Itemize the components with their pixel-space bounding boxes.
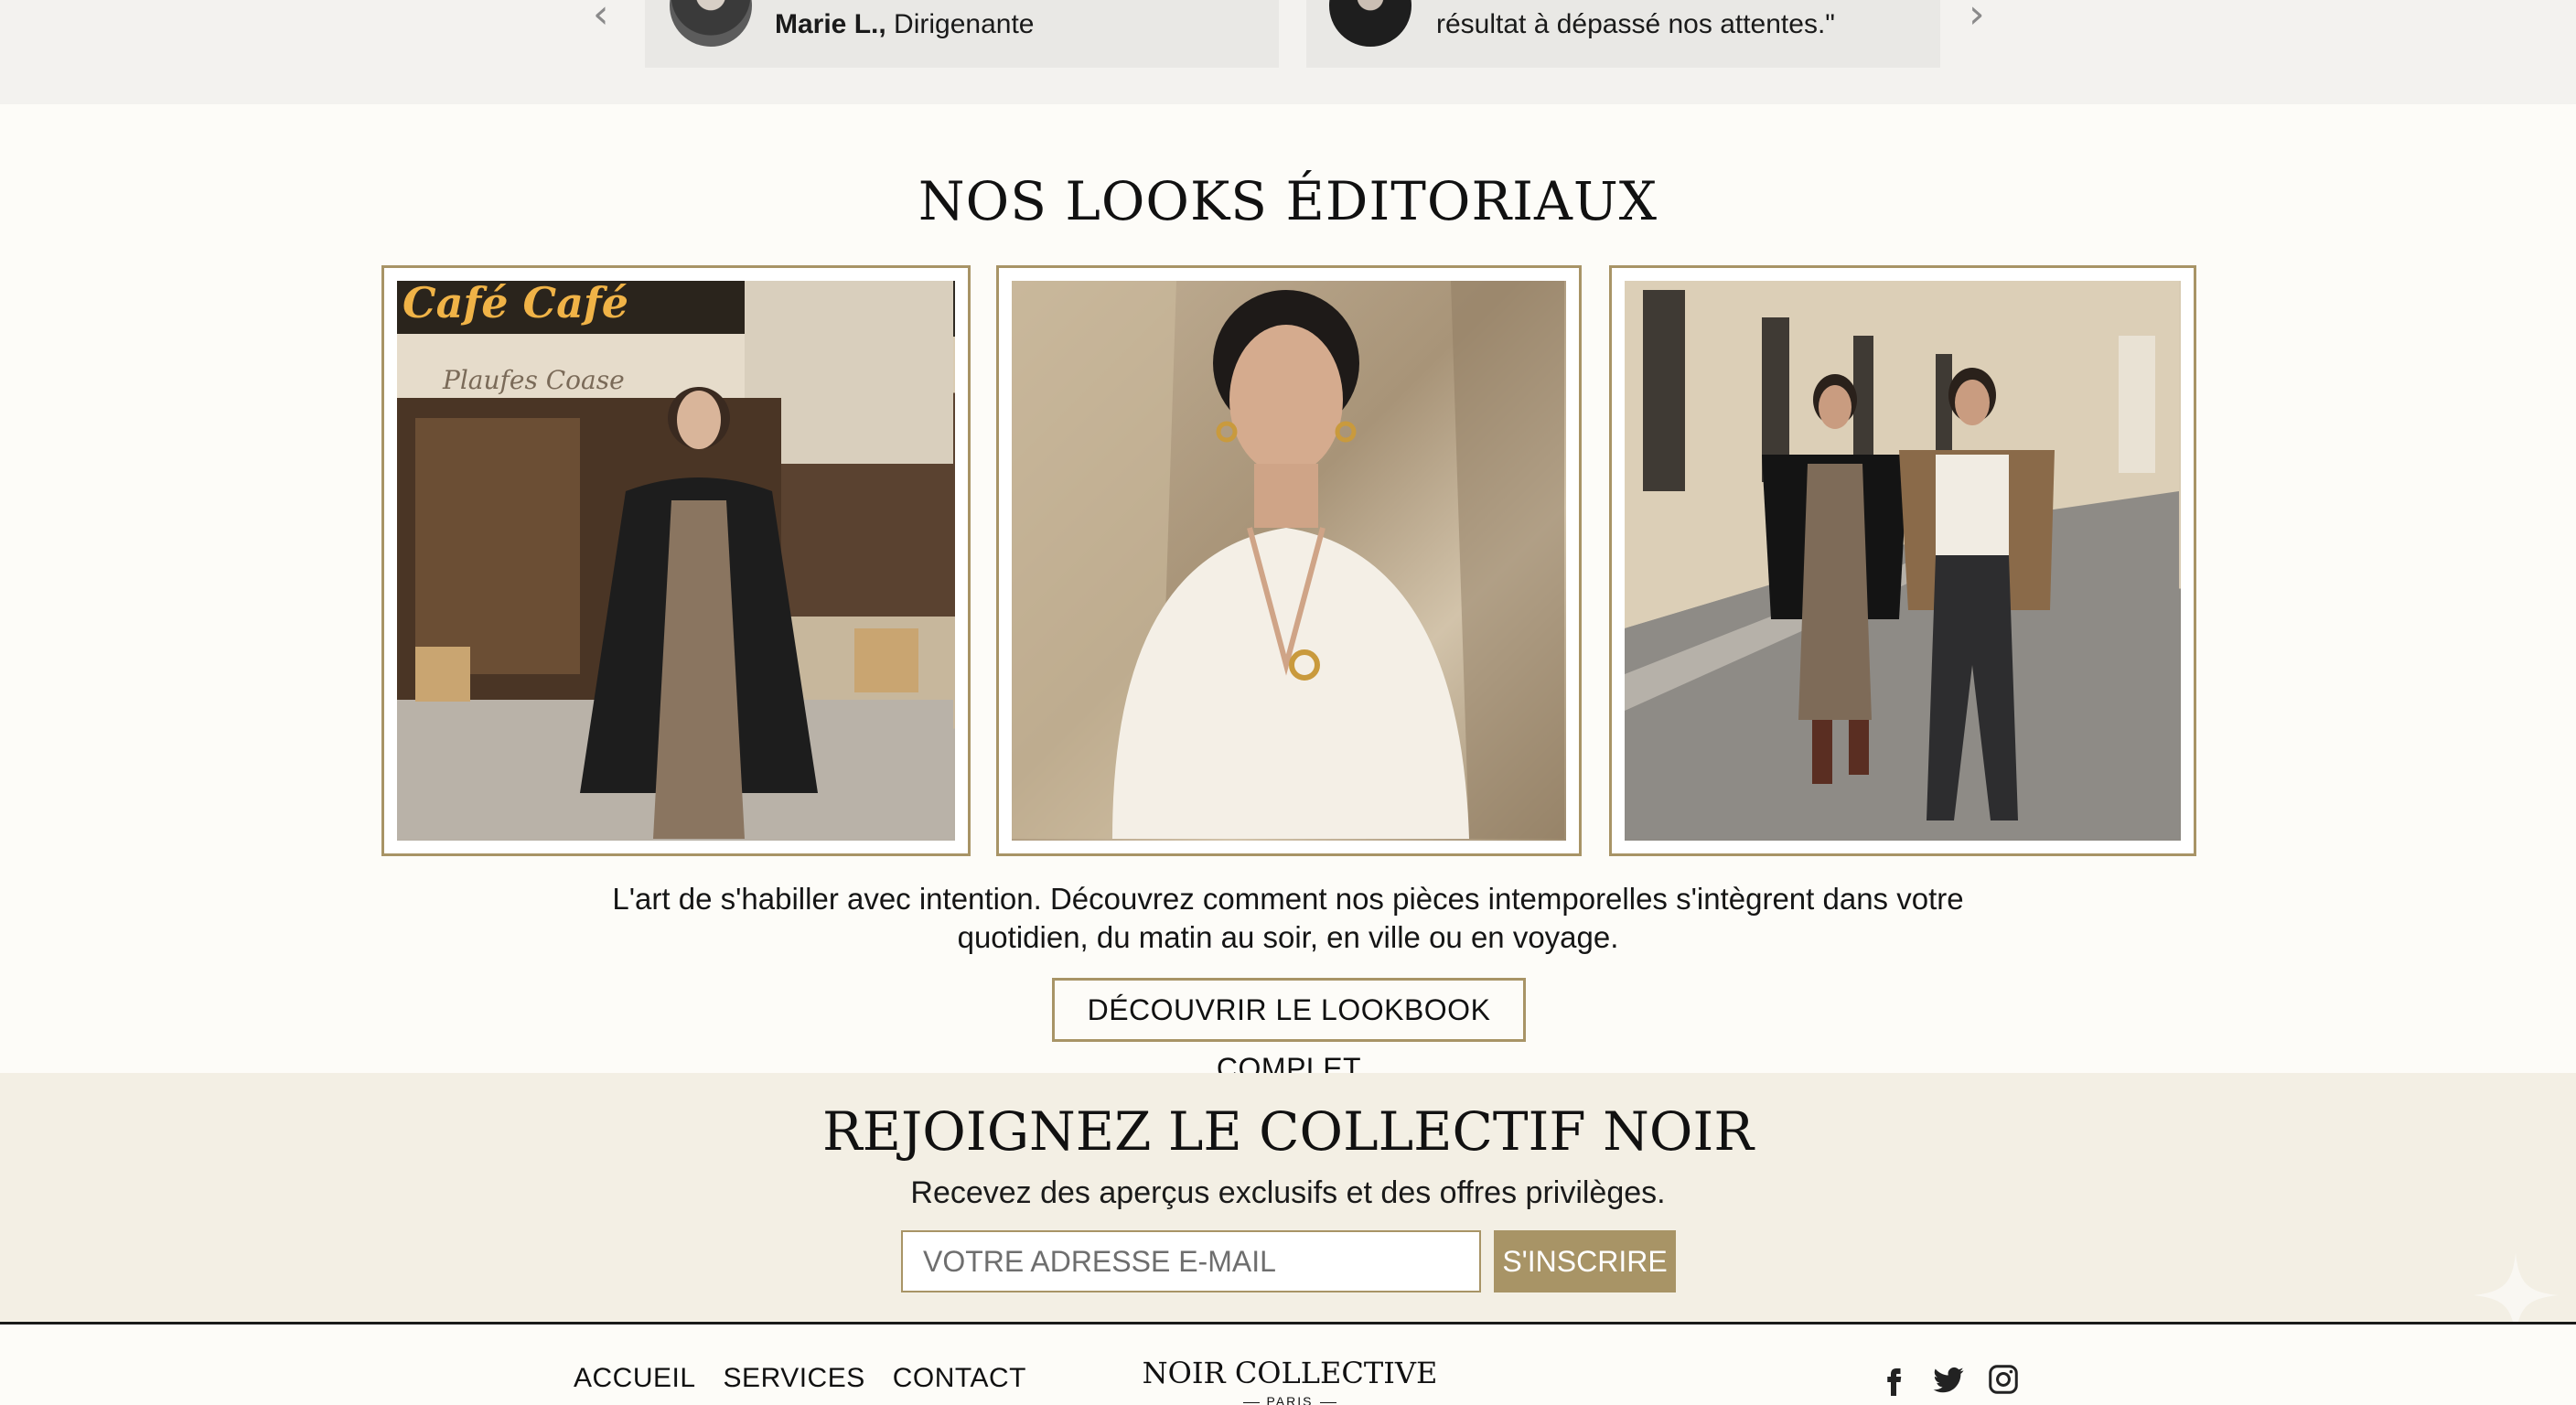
testimonial-card: résultat à dépassé nos attentes." xyxy=(1306,0,1940,68)
footer-link-contact[interactable]: CONTACT xyxy=(893,1363,1026,1394)
testimonial-author-name: Marie L., xyxy=(775,9,886,39)
editorial-image-frame[interactable] xyxy=(996,265,1582,856)
testimonial-author: Marie L., Dirigenante xyxy=(775,9,1034,40)
footer-link-accueil[interactable]: ACCUEIL xyxy=(574,1363,696,1394)
testimonial-author-role: Dirigenante xyxy=(894,9,1035,39)
portrait-illustration xyxy=(1012,281,1564,839)
street-scene-illustration xyxy=(1625,281,2179,839)
editorial-image-frame[interactable]: Café Café Plaufes Coase xyxy=(381,265,971,856)
section-title: NOS LOOKS ÉDITORIAUX xyxy=(918,170,1658,232)
footer-nav: ACCUEIL SERVICES CONTACT xyxy=(574,1363,1026,1394)
footer: ACCUEIL SERVICES CONTACT NOIR COLLECTIVE… xyxy=(0,1322,2576,1405)
subscribe-button[interactable]: S'INSCRIRE xyxy=(1494,1230,1676,1292)
avatar xyxy=(667,0,755,49)
awning-text: Plaufes Coase xyxy=(442,365,625,395)
chevron-left-icon[interactable]: ‹ xyxy=(593,0,609,35)
footer-logo-subtitle: PARIS xyxy=(1107,1394,1473,1405)
testimonial-quote: résultat à dépassé nos attentes." xyxy=(1436,9,1835,39)
footer-logo[interactable]: NOIR COLLECTIVE xyxy=(1107,1356,1473,1390)
editorial-image-frame[interactable] xyxy=(1609,265,2196,856)
instagram-icon[interactable] xyxy=(1987,1363,2020,1396)
testimonial-card: Marie L., Dirigenante xyxy=(645,0,1279,68)
twitter-icon[interactable] xyxy=(1932,1363,1965,1396)
editorial-photo: Café Café Plaufes Coase xyxy=(397,281,955,841)
newsletter-section: REJOIGNEZ LE COLLECTIF NOIR Recevez des … xyxy=(0,1073,2576,1322)
facebook-icon[interactable] xyxy=(1877,1363,1910,1396)
email-field[interactable] xyxy=(901,1230,1481,1292)
editorial-photo xyxy=(1625,281,2181,841)
chevron-right-icon[interactable]: › xyxy=(1969,0,1985,35)
editorial-description: L'art de s'habiller avec intention. Déco… xyxy=(612,882,1964,954)
newsletter-subtitle: Recevez des aperçus exclusifs et des off… xyxy=(910,1175,1666,1210)
editorial-photo xyxy=(1012,281,1566,841)
lookbook-button[interactable]: DÉCOUVRIR LE LOOKBOOK COMPLET xyxy=(1052,978,1526,1085)
cafe-sign-text: Café Café xyxy=(402,281,628,327)
testimonials-section: ‹ Marie L., Dirigenante résultat à dépas… xyxy=(0,0,2576,104)
social-links xyxy=(1877,1363,2020,1396)
avatar xyxy=(1326,0,1414,49)
footer-link-services[interactable]: SERVICES xyxy=(724,1363,865,1394)
newsletter-title: REJOIGNEZ LE COLLECTIF NOIR xyxy=(821,1100,1754,1163)
cafe-scene-illustration: Café Café Plaufes Coase xyxy=(397,281,953,839)
